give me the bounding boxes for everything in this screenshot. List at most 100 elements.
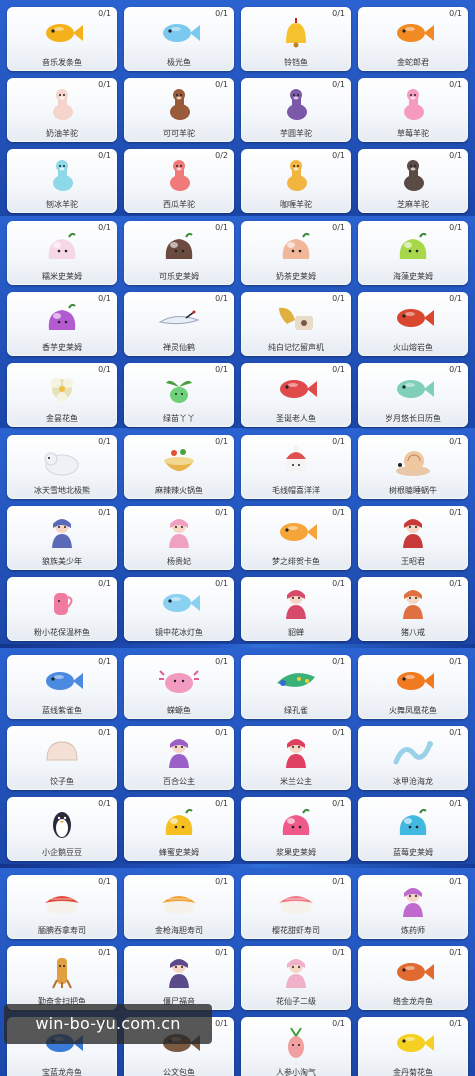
collection-card[interactable]: 0/1 杨贵妃	[124, 506, 234, 570]
collected-count: 0/1	[215, 579, 228, 588]
collection-card[interactable]: 0/1 铃铛鱼	[241, 7, 351, 71]
collection-card[interactable]: 0/1 奶茶史莱姆	[241, 221, 351, 285]
alpaca-icon	[156, 157, 202, 193]
collection-card[interactable]: 0/1 王昭君	[358, 506, 468, 570]
collection-card[interactable]: 0/1 绿孔雀	[241, 655, 351, 719]
collection-card[interactable]: 0/1 梦之绯贺卡鱼	[241, 506, 351, 570]
collection-card[interactable]: 0/1 樱花甜虾寿司	[241, 875, 351, 939]
collection-card[interactable]: 0/1 人参小淘气	[241, 1017, 351, 1076]
item-name: 海藻史莱姆	[393, 272, 433, 281]
collection-card[interactable]: 0/1 咖喱羊驼	[241, 149, 351, 213]
collection-card[interactable]: 0/1 米兰公主	[241, 726, 351, 790]
collection-card[interactable]: 0/1 极光鱼	[124, 7, 234, 71]
collection-card[interactable]: 0/1 火山熔岩鱼	[358, 292, 468, 356]
collection-card[interactable]: 0/1 圣诞老人鱼	[241, 363, 351, 427]
collection-card[interactable]: 0/1 绿苗丫丫	[124, 363, 234, 427]
collected-count: 0/1	[449, 728, 462, 737]
collection-card[interactable]: 0/1 金枪海胆寿司	[124, 875, 234, 939]
collected-count: 0/1	[449, 877, 462, 886]
collection-card[interactable]: 0/1 饺子鱼	[7, 726, 117, 790]
collection-card[interactable]: 0/1 金昙花鱼	[7, 363, 117, 427]
item-name: 可可羊驼	[163, 129, 195, 138]
collected-count: 0/1	[332, 9, 345, 18]
character-icon	[39, 514, 85, 550]
collection-card[interactable]: 0/1 金丹菊花鱼	[358, 1017, 468, 1076]
collection-card[interactable]: 0/1 麻辣辣火锅鱼	[124, 435, 234, 499]
collection-card[interactable]: 0/1 海藻史莱姆	[358, 221, 468, 285]
collected-count: 0/1	[332, 877, 345, 886]
collection-card[interactable]: 0/1 糯米史莱姆	[7, 221, 117, 285]
collected-count: 0/1	[449, 223, 462, 232]
flower-fish-icon	[39, 371, 85, 407]
collection-card[interactable]: 0/1 金蛇郎君	[358, 7, 468, 71]
dumpling-icon	[39, 734, 85, 770]
collection-card[interactable]: 0/1 勤奋金扫把鱼	[7, 946, 117, 1010]
collection-card[interactable]: 0/1 冰甲沧海龙	[358, 726, 468, 790]
collection-card[interactable]: 0/1 僵尸福音	[124, 946, 234, 1010]
watermark-text: win-bo-yu.com.cn	[4, 1004, 212, 1044]
item-name: 纯白记忆留声机	[268, 343, 324, 352]
item-name: 人参小淘气	[276, 1068, 316, 1076]
collected-count: 0/1	[449, 508, 462, 517]
item-name: 圣诞老人鱼	[276, 414, 316, 423]
collection-card[interactable]: 0/1 貂蝉	[241, 577, 351, 641]
collection-card[interactable]: 0/1 奶油羊驼	[7, 78, 117, 142]
collection-card[interactable]: 0/1 蓝莓史莱姆	[358, 797, 468, 861]
collection-card[interactable]: 0/1 香芋史莱姆	[7, 292, 117, 356]
collection-card[interactable]: 0/1 腼腆吞拿寿司	[7, 875, 117, 939]
item-name: 芋圆羊驼	[280, 129, 312, 138]
collection-card[interactable]: 0/1 毛线帽喜洋洋	[241, 435, 351, 499]
collection-card[interactable]: 0/1 浆果史莱姆	[241, 797, 351, 861]
item-name: 芝麻羊驼	[397, 200, 429, 209]
fish-icon	[390, 371, 436, 407]
collected-count: 0/1	[449, 579, 462, 588]
collection-card[interactable]: 0/2 西瓜羊驼	[124, 149, 234, 213]
collected-count: 0/1	[98, 9, 111, 18]
fish-icon	[39, 663, 85, 699]
alpaca-icon	[390, 86, 436, 122]
collection-card[interactable]: 0/1 可可羊驼	[124, 78, 234, 142]
collection-card[interactable]: 0/1 纯白记忆留声机	[241, 292, 351, 356]
collection-card[interactable]: 0/1 可乐史莱姆	[124, 221, 234, 285]
item-name: 蓝线紫雀鱼	[42, 706, 82, 715]
collection-card[interactable]: 0/1 炼药师	[358, 875, 468, 939]
item-name: 浆果史莱姆	[276, 848, 316, 857]
collection-card[interactable]: 0/1 岁月悠长日历鱼	[358, 363, 468, 427]
collected-count: 0/2	[215, 151, 228, 160]
collection-card[interactable]: 0/1 蜂蜜史莱姆	[124, 797, 234, 861]
sushi-icon	[273, 883, 319, 919]
collected-count: 0/1	[98, 80, 111, 89]
item-name: 梦之绯贺卡鱼	[272, 557, 320, 566]
sushi-icon	[156, 883, 202, 919]
collection-card[interactable]: 0/1 粉小花保温杯鱼	[7, 577, 117, 641]
collection-card[interactable]: 0/1 镜中花冰灯鱼	[124, 577, 234, 641]
item-name: 金枪海胆寿司	[155, 926, 203, 935]
collection-card[interactable]: 0/1 芝麻羊驼	[358, 149, 468, 213]
item-name: 络金龙舟鱼	[393, 997, 433, 1006]
collection-card[interactable]: 0/1 草莓羊驼	[358, 78, 468, 142]
collection-grid: 0/1 音乐发条鱼 0/1 极光鱼 0/1 铃铛鱼 0/1 金蛇郎君 0/1 奶油羊驼 0/1 可可羊…	[0, 0, 475, 1076]
item-name: 岁月悠长日历鱼	[385, 414, 441, 423]
collected-count: 0/1	[449, 437, 462, 446]
slime-icon	[390, 229, 436, 265]
collection-card[interactable]: 0/1 络金龙舟鱼	[358, 946, 468, 1010]
collection-card[interactable]: 0/1 火舞凤凰花鱼	[358, 655, 468, 719]
gramophone-icon	[273, 300, 319, 336]
collection-card[interactable]: 0/1 芋圆羊驼	[241, 78, 351, 142]
collection-card[interactable]: 0/1 狼族美少年	[7, 506, 117, 570]
collection-card[interactable]: 0/1 禅灵仙鹤	[124, 292, 234, 356]
collection-card[interactable]: 0/1 猪八戒	[358, 577, 468, 641]
item-name: 树根瞌睡蜗牛	[389, 486, 437, 495]
slime-icon	[390, 805, 436, 841]
collection-card[interactable]: 0/1 蝾螈鱼	[124, 655, 234, 719]
collection-card[interactable]: 0/1 百合公主	[124, 726, 234, 790]
crane-icon	[156, 300, 202, 336]
collection-card[interactable]: 0/1 花仙子二级	[241, 946, 351, 1010]
collected-count: 0/1	[98, 223, 111, 232]
collection-card[interactable]: 0/1 树根瞌睡蜗牛	[358, 435, 468, 499]
collection-card[interactable]: 0/1 冰天雪地北极熊	[7, 435, 117, 499]
collection-card[interactable]: 0/1 刨冰羊驼	[7, 149, 117, 213]
collection-card[interactable]: 0/1 蓝线紫雀鱼	[7, 655, 117, 719]
collection-card[interactable]: 0/1 音乐发条鱼	[7, 7, 117, 71]
collection-card[interactable]: 0/1 小企鹅豆豆	[7, 797, 117, 861]
